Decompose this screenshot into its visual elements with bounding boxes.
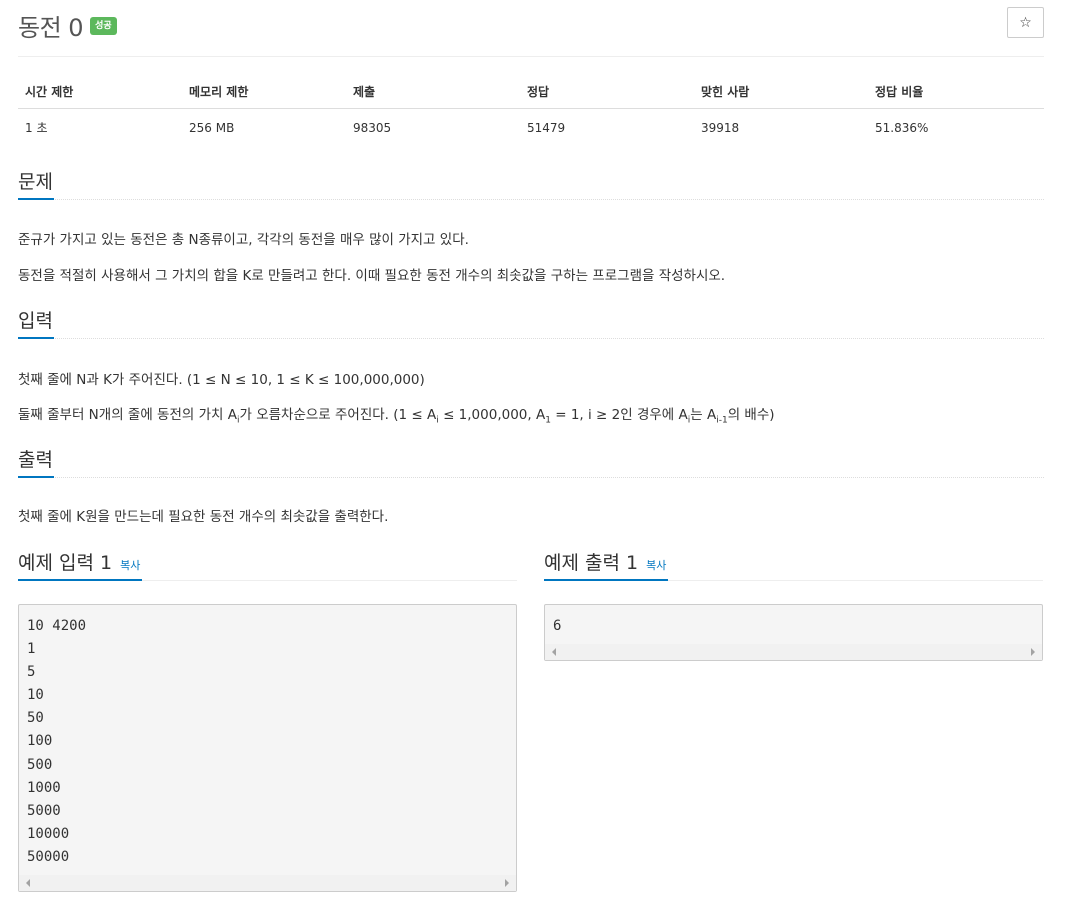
divider [18,56,1044,57]
input-heading: 입력 [18,310,53,332]
sample-input-box[interactable]: 10 4200 1 5 10 50 100 500 1000 5000 1000… [18,604,517,892]
problem-info-table: 시간 제한 메모리 제한 제출 정답 맞힌 사람 정답 비율 1 초 256 M… [18,77,1044,146]
value-submissions: 98305 [353,120,392,135]
section-underline [544,579,668,581]
code-line: 50000 [27,848,70,865]
section-underline [18,198,54,200]
problem-text-1: 준규가 가지고 있는 동전은 총 N종류이고, 각각의 동전을 매우 많이 가지… [18,232,469,248]
value-time-limit: 1 초 [25,121,48,135]
header-correct: 정답 [520,77,694,109]
horizontal-scrollbar[interactable] [545,644,1042,660]
header-solvers: 맞힌 사람 [694,77,868,109]
section-underline [18,579,142,581]
problem-text-2: 동전을 적절히 사용해서 그 가치의 합을 K로 만들려고 한다. 이때 필요한… [18,268,726,284]
code-line: 500 [27,756,53,773]
table-header-row: 시간 제한 메모리 제한 제출 정답 맞힌 사람 정답 비율 [18,77,1044,109]
sample-input-heading: 예제 입력 1 복사 [18,548,140,575]
copy-output-button[interactable]: 복사 [646,557,666,573]
input-text-2: 둘째 줄부터 N개의 줄에 동전의 가치 Ai가 오름차순으로 주어진다. (1… [18,407,775,426]
sample-output-box[interactable]: 6 [544,604,1043,661]
problem-page: 동전 0 성공 ☆ 시간 제한 메모리 제한 제출 정답 맞힌 사람 정답 비율… [0,0,1067,902]
code-line: 100 [27,733,53,750]
section-divider [18,477,1044,479]
copy-input-button[interactable]: 복사 [120,557,140,573]
code-line: 10 4200 [27,618,87,634]
sample-output-code: 6 [545,605,1042,642]
header-memory-limit: 메모리 제한 [182,77,346,109]
sample-output-title: 예제 출력 1 [544,552,639,574]
code-line: 1 [27,641,36,658]
code-line: 1000 [27,779,61,796]
star-icon: ☆ [1019,14,1032,31]
star-button[interactable]: ☆ [1007,7,1044,38]
scroll-left-icon[interactable] [26,879,30,887]
sample-input-title: 예제 입력 1 [18,552,113,574]
value-solvers: 39918 [701,120,740,135]
code-line: 5 [27,664,36,681]
section-underline [18,476,54,478]
header-ratio: 정답 비율 [868,77,1044,109]
code-line: 10000 [27,825,70,842]
code-line: 10 [27,687,44,704]
code-line: 5000 [27,802,61,819]
code-line: 6 [553,618,562,634]
input-text-1: 첫째 줄에 N과 K가 주어진다. (1 ≤ N ≤ 10, 1 ≤ K ≤ 1… [18,372,425,388]
title-row: 동전 0 성공 [18,8,117,43]
status-badge: 성공 [90,16,117,35]
scroll-right-icon[interactable] [505,879,509,887]
sample-output-heading: 예제 출력 1 복사 [544,548,666,575]
section-underline [18,337,54,339]
horizontal-scrollbar[interactable] [19,875,516,891]
sample-input-code: 10 4200 1 5 10 50 100 500 1000 5000 1000… [19,605,516,873]
section-divider [18,199,1044,201]
output-text-1: 첫째 줄에 K원을 만드는데 필요한 동전 개수의 최솟값을 출력한다. [18,509,389,525]
code-line: 50 [27,710,44,727]
table-row: 1 초 256 MB 98305 51479 39918 51.836% [18,109,1044,147]
scroll-left-icon[interactable] [552,648,556,656]
output-heading: 출력 [18,449,53,471]
scroll-right-icon[interactable] [1031,648,1035,656]
page-title: 동전 0 [18,14,84,42]
header-time-limit: 시간 제한 [18,77,182,109]
section-divider [18,338,1044,340]
value-correct: 51479 [527,120,566,135]
header-submissions: 제출 [346,77,520,109]
value-ratio: 51.836% [875,120,929,135]
problem-heading: 문제 [18,171,53,193]
value-memory-limit: 256 MB [189,120,235,135]
